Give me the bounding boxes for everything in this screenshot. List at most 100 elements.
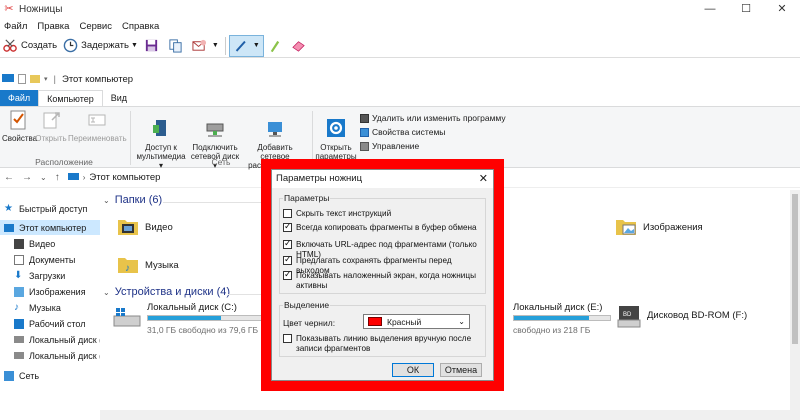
ribbon-separator [130,111,131,165]
delay-button[interactable]: Задержать ▼ [60,35,141,57]
nav-drive-c[interactable]: Локальный диск (C [0,332,100,347]
folder-icon[interactable] [30,75,40,83]
close-button[interactable]: ✕ [764,0,800,18]
checkbox-label: Показывать линию выделения вручную после… [296,334,472,353]
delay-label: Задержать [81,40,129,51]
tab-file[interactable]: Файл [0,90,39,106]
horizontal-scrollbar[interactable] [100,410,790,420]
tab-view[interactable]: Вид [103,90,135,106]
hide-instructions-checkbox[interactable]: Скрыть текст инструкций [283,209,483,219]
nav-music[interactable]: ♪ Музыка [0,300,100,315]
drive-c[interactable]: Локальный диск (C:) 31,0 ГБ свободно из … [113,302,273,338]
checkbox-box[interactable] [283,334,292,343]
drive-icon [14,336,24,343]
drive-e-usage-bar [513,315,611,321]
scissors-icon: ✂ [4,3,14,15]
chevron-down-icon[interactable]: ▼ [131,42,138,49]
send-snip-button[interactable]: ▼ [189,35,222,57]
new-snip-button[interactable]: Создать [0,35,60,57]
properties-qat-icon[interactable] [18,74,26,84]
ok-button[interactable]: ОК [392,363,434,377]
nav-quick-access[interactable]: ★ Быстрый доступ [0,201,100,216]
menu-edit[interactable]: Правка [37,21,69,32]
chevron-down-icon[interactable]: ⌄ [40,173,47,182]
folder-pictures[interactable]: Изображения [615,216,703,238]
system-properties-button[interactable]: Свойства системы [360,127,445,137]
checkbox-label: Скрыть текст инструкций [296,209,392,218]
menu-file[interactable]: Файл [4,21,27,32]
desktop-icon [14,318,24,329]
nav-desktop[interactable]: Рабочий стол [0,316,100,331]
chevron-down-icon[interactable]: ▼ [212,42,219,49]
manage-button[interactable]: Управление [360,141,419,151]
ink-color-select[interactable]: Красный ⌄ [363,314,470,329]
up-arrow-icon[interactable]: ↑ [55,172,60,183]
drive-e[interactable]: Локальный диск (E:) свободно из 218 ГБ [491,302,611,338]
checkbox-label: Показывать наложенный экран, когда ножни… [296,271,476,290]
copy-button[interactable] [165,35,189,57]
gear-icon [327,119,345,137]
drive-c-name: Локальный диск (C:) [147,302,237,313]
properties-button[interactable]: Свойства [2,110,37,143]
cancel-button[interactable]: Отмена [440,363,482,377]
nav-label: Локальный диск (C [29,334,100,345]
minimize-button[interactable]: — [692,0,728,18]
nav-downloads[interactable]: ⬇ Загрузки [0,268,100,283]
checkbox-box[interactable] [283,222,292,232]
show-overlay-checkbox[interactable]: Показывать наложенный экран, когда ножни… [283,270,479,290]
forward-arrow-icon[interactable]: → [22,172,32,183]
snip-toolbar: Создать Задержать ▼ ▼ ▼ [0,34,800,58]
chevron-down-icon[interactable]: ▾ [44,75,48,83]
ribbon-separator [312,111,313,165]
drive-e-usage-fill [514,316,589,320]
tab-computer[interactable]: Компьютер [38,90,103,106]
maximize-button[interactable]: ☐ [728,0,764,18]
copy-icon [169,39,182,53]
chevron-down-icon: ⌄ [103,195,110,205]
devices-section-header[interactable]: ⌄ Устройства и диски (4) [103,286,230,298]
open-settings-button[interactable]: Открыть параметры [314,110,358,161]
nav-label: Локальный диск (E [29,350,100,361]
chevron-down-icon[interactable]: ▼ [253,42,260,49]
system-properties-label: Свойства системы [372,127,446,137]
open-label: Открыть [35,134,67,143]
manage-icon [360,141,369,151]
copy-to-clipboard-checkbox[interactable]: Всегда копировать фрагменты в буфер обме… [283,222,483,233]
ink-color-value: Красный [387,316,422,327]
pen-icon [235,40,246,52]
folder-music[interactable]: ♪ Музыка [117,254,179,276]
vertical-scrollbar[interactable] [790,190,800,420]
back-arrow-icon[interactable]: ← [4,172,14,183]
folders-section-header[interactable]: ⌄ Папки (6) [103,194,162,206]
nav-this-pc[interactable]: Этот компьютер [0,220,100,235]
system-icon [360,127,369,137]
drive-f[interactable]: BD Дисковод BD-ROM (F:) [617,302,797,338]
nav-pictures[interactable]: Изображения [0,284,100,299]
save-button[interactable] [141,35,165,57]
chevron-down-icon: ⌄ [103,287,110,297]
nav-videos[interactable]: Видео [0,236,100,251]
menu-help[interactable]: Справка [122,21,159,32]
folder-videos[interactable]: Видео [117,216,173,238]
scrollbar-thumb[interactable] [792,194,798,344]
address-field[interactable]: › Этот компьютер [67,170,268,186]
show-selection-line-checkbox[interactable]: Показывать линию выделения вручную после… [283,334,479,353]
nav-network[interactable]: Сеть [0,368,100,383]
uninstall-program-button[interactable]: Удалить или изменить программу [360,113,506,123]
checkbox-box[interactable] [283,239,292,249]
explorer-title: Этот компьютер [61,73,134,85]
highlighter-button[interactable] [264,35,288,57]
checkbox-box[interactable] [283,209,292,218]
media-server-icon [153,120,166,136]
menu-bar: Файл Правка Сервис Справка [0,18,800,34]
nav-drive-e[interactable]: Локальный диск (E [0,348,100,363]
checkbox-box[interactable] [283,255,292,265]
program-icon [360,113,369,123]
eraser-button[interactable] [288,35,312,57]
nav-documents[interactable]: Документы [0,252,100,267]
params-legend: Параметры [283,193,331,203]
pen-button[interactable]: ▼ [228,34,264,57]
checkbox-box[interactable] [283,270,292,280]
menu-tools[interactable]: Сервис [79,21,112,32]
close-icon[interactable]: ✕ [479,170,488,188]
